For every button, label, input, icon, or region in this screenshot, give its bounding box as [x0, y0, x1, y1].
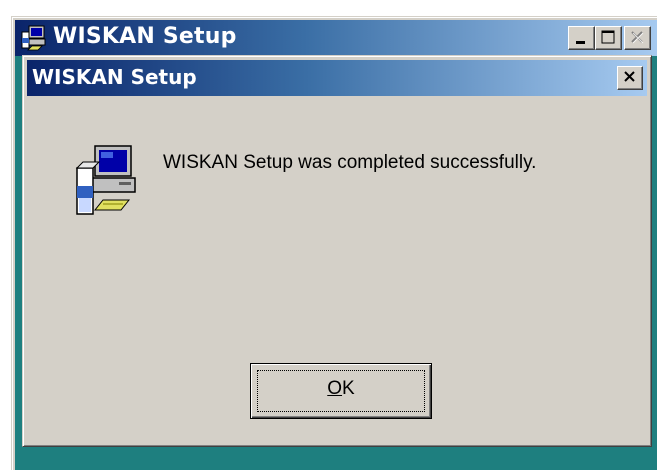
dialog-title-bar[interactable]: WISKAN Setup — [27, 60, 647, 96]
maximize-button[interactable] — [595, 26, 622, 50]
minimize-icon — [576, 41, 585, 44]
dialog-close-button[interactable] — [617, 66, 643, 90]
ok-button[interactable]: OK — [250, 363, 432, 419]
dialog-message: WISKAN Setup was completed successfully. — [163, 152, 537, 173]
maximize-icon — [601, 30, 615, 44]
setup-complete-dialog: WISKAN Setup WISKAN Setup was completed … — [22, 55, 652, 447]
close-icon — [624, 71, 635, 82]
outer-close-button[interactable] — [624, 26, 651, 50]
close-icon — [631, 31, 644, 44]
ok-label-rest: K — [342, 378, 355, 399]
setup-computer-icon — [75, 145, 136, 215]
ok-button-label: OK — [251, 378, 431, 400]
outer-window-title: WISKAN Setup — [53, 24, 237, 49]
minimize-button[interactable] — [568, 26, 595, 50]
outer-title-bar[interactable]: WISKAN Setup — [15, 20, 657, 56]
ok-mnemonic: O — [327, 378, 343, 399]
setup-app-icon — [21, 25, 46, 51]
dialog-title: WISKAN Setup — [32, 65, 197, 89]
